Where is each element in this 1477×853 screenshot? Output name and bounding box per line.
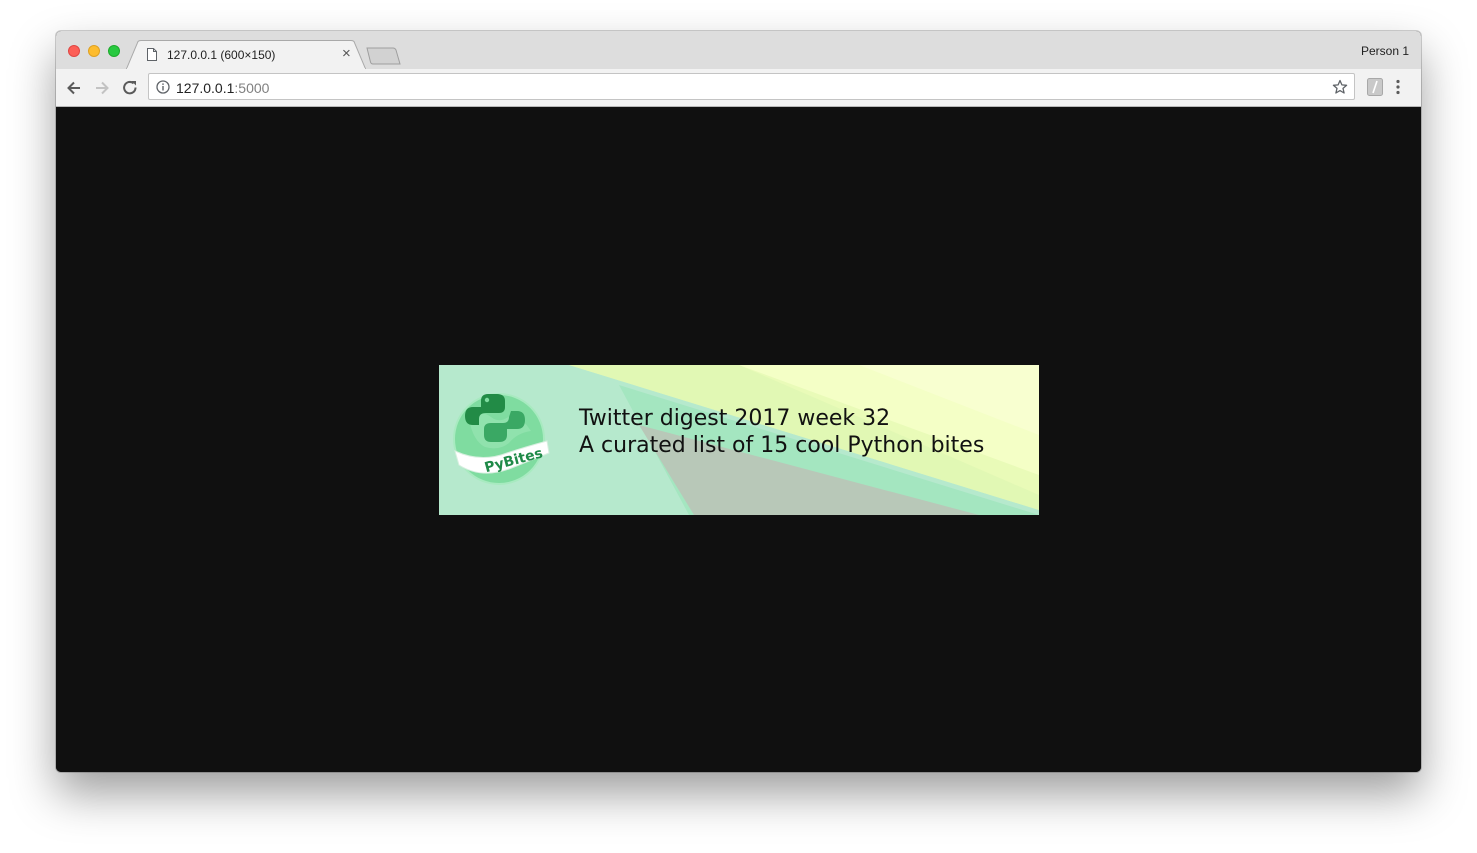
address-bar[interactable]: 127.0.0.1:5000	[148, 73, 1355, 100]
url-host: 127.0.0.1	[176, 80, 235, 96]
reload-icon[interactable]	[120, 78, 140, 98]
kebab-menu-icon[interactable]	[1395, 79, 1401, 95]
tab-close-icon[interactable]: ×	[342, 46, 351, 62]
arrow-forward-icon[interactable]	[92, 78, 112, 98]
banner-subtitle: A curated list of 15 cool Python bites	[579, 433, 985, 458]
page-viewport: PyBites Twitter digest 2017 week 32 A cu…	[56, 107, 1421, 772]
tab-title: 127.0.0.1 (600×150)	[167, 48, 276, 62]
window-minimize-button[interactable]	[88, 45, 100, 57]
url-text: 127.0.0.1:5000	[176, 80, 269, 96]
banner-title: Twitter digest 2017 week 32	[579, 406, 891, 431]
page-icon	[147, 48, 157, 61]
tab-active[interactable]: 127.0.0.1 (600×150) ×	[126, 40, 366, 70]
browser-toolbar: 127.0.0.1:5000	[56, 69, 1421, 107]
banner-image: PyBites Twitter digest 2017 week 32 A cu…	[439, 365, 1039, 515]
new-tab-button[interactable]	[366, 47, 402, 65]
arrow-back-icon[interactable]	[64, 78, 84, 98]
window-close-button[interactable]	[68, 45, 80, 57]
window-maximize-button[interactable]	[108, 45, 120, 57]
pybites-logo-icon: PyBites	[453, 393, 550, 485]
url-port: :5000	[234, 80, 270, 96]
tab-strip: 127.0.0.1 (600×150) × Person 1	[56, 31, 1421, 70]
info-icon[interactable]	[156, 80, 170, 94]
star-icon[interactable]	[1332, 79, 1348, 95]
extension-icon[interactable]	[1367, 78, 1383, 96]
profile-button[interactable]: Person 1	[1361, 44, 1409, 58]
browser-window: 127.0.0.1 (600×150) × Person 1 127.0.0.1…	[56, 31, 1421, 772]
banner-text: Twitter digest 2017 week 32 A curated li…	[579, 405, 984, 459]
